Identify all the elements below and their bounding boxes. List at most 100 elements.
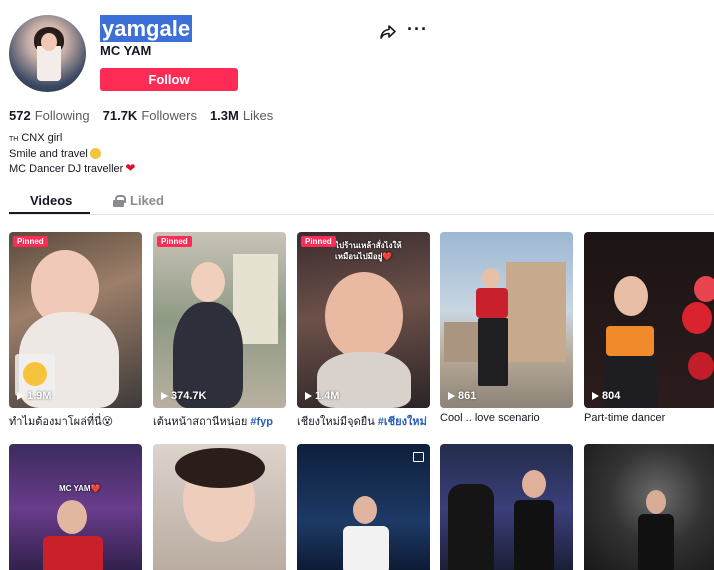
video-thumbnail[interactable] (297, 444, 430, 570)
profile-bio: TH CNX girl Smile and travel MC Dancer DJ… (9, 131, 135, 176)
video-thumbnail[interactable] (440, 444, 573, 570)
video-thumbnail[interactable] (153, 444, 286, 570)
thumbnail-figure (476, 288, 508, 318)
tab-videos[interactable]: Videos (30, 193, 72, 208)
thumbnail-figure (482, 268, 500, 288)
view-count-text: 804 (602, 390, 621, 402)
caption-text: เชียงใหม่มีจุดยืน (297, 416, 378, 427)
likes-stat: 1.3M Likes (210, 108, 273, 123)
view-count: 374.7K (161, 390, 206, 402)
likes-count: 1.3M (209, 108, 239, 123)
share-icon[interactable] (379, 23, 397, 41)
video-card[interactable] (297, 444, 430, 570)
video-card[interactable]: Pinned 1.9M ทำไมต้องมาโผล่ที่นี่😵 (9, 232, 142, 427)
caption-text: เต้นหน้าสถานีหน่อย (153, 416, 251, 427)
play-icon (592, 392, 599, 400)
profile-nickname: MC YAM (100, 43, 152, 58)
view-count-text: 374.7K (171, 390, 207, 402)
video-card[interactable] (584, 444, 714, 570)
view-count-text: 1.4M (315, 390, 340, 402)
bio-line-2-text: Smile and travel (9, 148, 88, 160)
balloon (694, 276, 714, 302)
following-label: Following (34, 108, 90, 123)
thumbnail-figure (325, 272, 403, 360)
tab-liked-label: Liked (130, 193, 164, 208)
thumbnail-castle (506, 262, 566, 362)
thumbnail-figure (43, 536, 103, 570)
view-count: 804 (592, 390, 620, 402)
caption-hashtag[interactable]: #fyp (250, 416, 273, 427)
video-caption[interactable]: Part-time dancer (584, 412, 714, 427)
video-thumbnail[interactable]: MC YAM❤️ (9, 444, 142, 570)
balloon (682, 302, 712, 334)
play-icon (448, 392, 455, 400)
view-count: 861 (448, 390, 476, 402)
profile-tabs: Videos Liked (9, 190, 714, 215)
bio-line-1: TH CNX girl (9, 131, 135, 147)
video-card[interactable] (153, 444, 286, 570)
profile-avatar[interactable] (9, 15, 86, 92)
avatar-face (41, 33, 57, 51)
view-count-text: 1.9M (27, 390, 52, 402)
view-count: 1.9M (17, 390, 51, 402)
thumbnail-figure (191, 262, 225, 302)
thumbnail-figure (606, 326, 654, 356)
video-thumbnail[interactable]: Pinned 1.9M (9, 232, 142, 408)
video-caption[interactable]: Cool .. love scenario (440, 412, 573, 427)
play-icon (161, 392, 168, 400)
thumbnail-figure (343, 526, 389, 570)
play-icon (17, 392, 24, 400)
video-thumbnail[interactable]: 804 (584, 232, 714, 408)
pinned-badge: Pinned (13, 236, 48, 247)
video-thumbnail[interactable]: ไปร้านเหล้าสั่งไงให้เหมือนไปมีอยู่❤️ Pin… (297, 232, 430, 408)
thumbnail-figure (448, 484, 494, 570)
more-options-icon[interactable]: ··· (407, 20, 427, 40)
video-thumbnail[interactable]: Pinned 374.7K (153, 232, 286, 408)
video-caption[interactable]: ทำไมต้องมาโผล่ที่นี่😵 (9, 412, 142, 427)
balloon (688, 352, 714, 380)
thumbnail-figure (522, 470, 546, 498)
following-count: 572 (9, 108, 31, 123)
caption-text: Part-time dancer (584, 412, 666, 424)
video-card[interactable]: 861 Cool .. love scenario (440, 232, 573, 427)
bio-line-2: Smile and travel (9, 147, 135, 161)
profile-stats: 572 Following 71.7K Followers 1.3M Likes (9, 108, 273, 123)
video-card[interactable]: Pinned 374.7K เต้นหน้าสถานีหน่อย #fyp (153, 232, 286, 427)
video-thumbnail[interactable]: 861 (440, 232, 573, 408)
video-caption[interactable]: เต้นหน้าสถานีหน่อย #fyp (153, 412, 286, 427)
video-overlay-text: MC YAM❤️ (59, 484, 101, 493)
thumbnail-figure (638, 514, 674, 570)
gallery-icon (413, 452, 424, 462)
thumbnail-figure (57, 500, 87, 534)
smile-emoji-icon (89, 148, 101, 159)
thumbnail-figure (614, 276, 648, 316)
tab-liked[interactable]: Liked (113, 193, 164, 208)
pinned-badge: Pinned (157, 236, 192, 247)
video-caption[interactable]: เชียงใหม่มีจุดยืน #เชียงใหม่ (297, 412, 430, 427)
active-tab-indicator (9, 212, 90, 214)
video-card[interactable] (440, 444, 573, 570)
video-card[interactable]: MC YAM❤️ (9, 444, 142, 570)
profile-username: yamgale (100, 15, 193, 42)
caption-hashtag[interactable]: #เชียงใหม่ (378, 416, 427, 427)
video-card[interactable]: 804 Part-time dancer (584, 232, 714, 427)
thumbnail-hair (175, 448, 265, 488)
bio-line-3-text: MC Dancer DJ traveller (9, 163, 124, 175)
thumbnail-figure (353, 496, 377, 524)
heart-emoji-icon: ❤ (125, 161, 136, 175)
likes-label: Likes (242, 108, 274, 123)
video-thumbnail[interactable] (584, 444, 714, 570)
play-icon (305, 392, 312, 400)
followers-count: 71.7K (102, 108, 138, 123)
caption-text: Cool .. love scenario (440, 412, 540, 424)
view-count-text: 861 (458, 390, 477, 402)
video-card[interactable]: ไปร้านเหล้าสั่งไงให้เหมือนไปมีอยู่❤️ Pin… (297, 232, 430, 427)
video-overlay-text: ไปร้านเหล้าสั่งไงให้เหมือนไปมีอยู่❤️ (335, 241, 402, 261)
lock-icon (113, 194, 126, 207)
following-stat[interactable]: 572 Following (9, 108, 90, 123)
follow-button[interactable]: Follow (100, 68, 238, 91)
bio-line-3: MC Dancer DJ traveller ❤ (9, 161, 135, 176)
flag-icon: TH (9, 136, 19, 143)
followers-stat[interactable]: 71.7K Followers (103, 108, 197, 123)
caption-text: ทำไมต้องมาโผล่ที่นี่😵 (9, 416, 114, 427)
